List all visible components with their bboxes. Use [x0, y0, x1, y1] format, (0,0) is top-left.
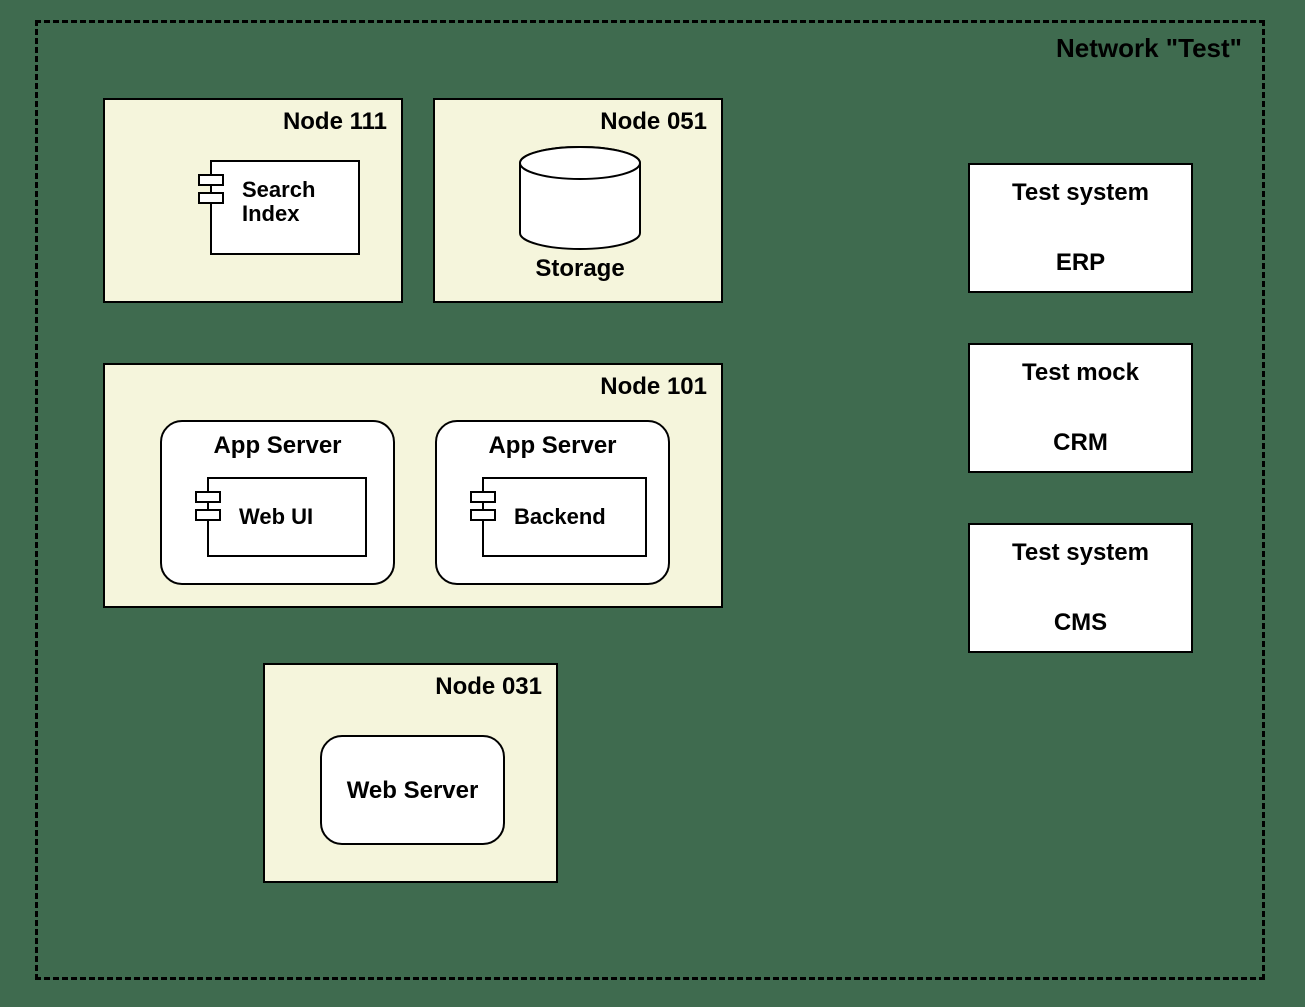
network-title: Network "Test" [1056, 33, 1242, 64]
component-backend: Backend [482, 477, 647, 557]
ext-cms-line1: Test system [970, 539, 1191, 567]
app-server-1-label: App Server [162, 432, 393, 460]
app-server-1: App Server Web UI [160, 420, 395, 585]
web-server-label: Web Server [322, 777, 503, 805]
component-port-icon [195, 509, 221, 521]
node-051: Node 051 Storage [433, 98, 723, 303]
node-111-title: Node 111 [283, 108, 387, 136]
node-031: Node 031 Web Server [263, 663, 558, 883]
component-port-icon [198, 192, 224, 204]
ext-erp: Test system ERP [968, 163, 1193, 293]
ext-erp-line2: ERP [970, 249, 1191, 277]
ext-erp-line1: Test system [970, 179, 1191, 207]
component-backend-label: Backend [514, 505, 606, 529]
component-search-index-label: Search Index [242, 178, 315, 226]
ext-crm: Test mock CRM [968, 343, 1193, 473]
storage-cylinder-icon [505, 145, 655, 255]
component-web-ui: Web UI [207, 477, 367, 557]
component-port-icon [198, 174, 224, 186]
node-101-title: Node 101 [600, 373, 707, 401]
node-101: Node 101 App Server Web UI App Server Ba… [103, 363, 723, 608]
app-server-2: App Server Backend [435, 420, 670, 585]
node-031-title: Node 031 [435, 673, 542, 701]
ext-crm-line1: Test mock [970, 359, 1191, 387]
component-search-index: Search Index [210, 160, 360, 255]
app-server-2-label: App Server [437, 432, 668, 460]
web-server: Web Server [320, 735, 505, 845]
node-051-title: Node 051 [600, 108, 707, 136]
ext-cms-line2: CMS [970, 609, 1191, 637]
storage-label: Storage [505, 255, 655, 283]
component-port-icon [470, 491, 496, 503]
component-port-icon [195, 491, 221, 503]
network-boundary: Network "Test" Node 111 Search Index Nod… [35, 20, 1265, 980]
ext-crm-line2: CRM [970, 429, 1191, 457]
ext-cms: Test system CMS [968, 523, 1193, 653]
component-port-icon [470, 509, 496, 521]
component-web-ui-label: Web UI [239, 505, 313, 529]
node-111: Node 111 Search Index [103, 98, 403, 303]
